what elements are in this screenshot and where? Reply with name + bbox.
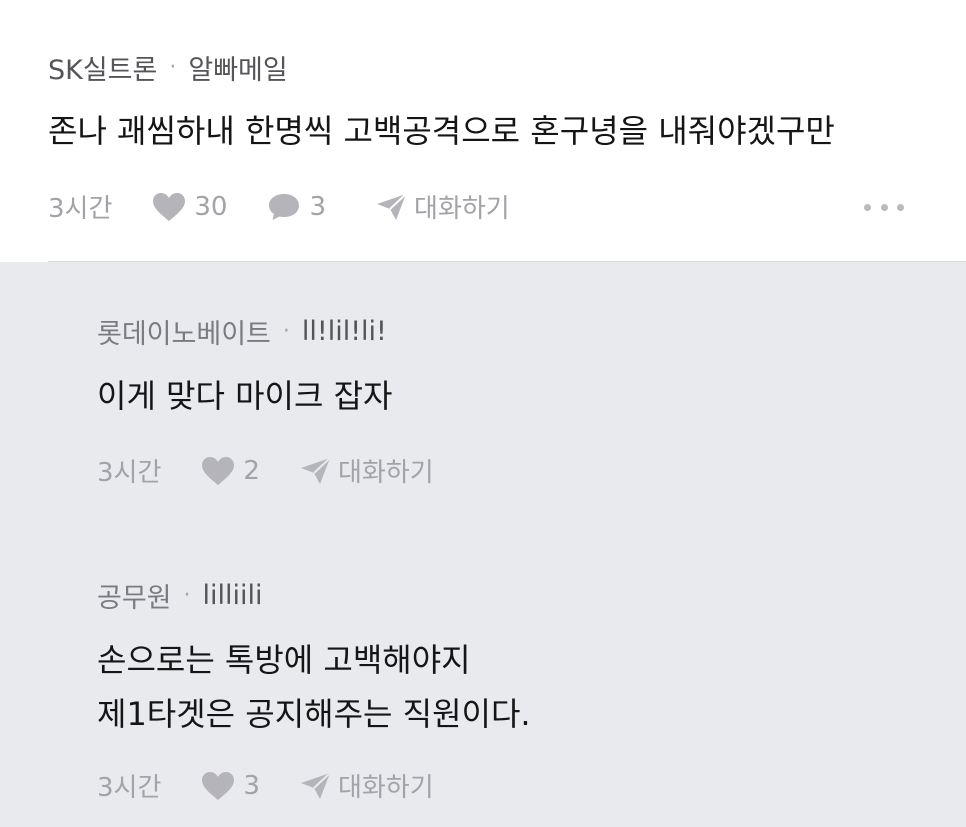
heart-icon — [153, 192, 186, 221]
comment-meta: SK실트론 · 알빠메일 — [48, 48, 288, 87]
reply-time: 3시간 — [97, 458, 162, 488]
chat-label: 대화하기 — [337, 773, 434, 803]
more-dots-icon — [864, 203, 871, 211]
author-name[interactable]: lilliili — [203, 580, 263, 611]
reply-meta: 롯데이노베이트 · ll!lil!li! — [97, 312, 387, 351]
company-name[interactable]: SK실트론 — [48, 48, 157, 87]
more-dot — [897, 203, 904, 211]
replies-section: 롯데이노베이트 · ll!lil!li! 이게 맞다 마이크 잡자 3시간 2 … — [0, 262, 966, 827]
chat-button[interactable]: 대화하기 — [300, 767, 434, 804]
reply-count-button[interactable]: 3 — [267, 192, 326, 222]
meta-separator: · — [169, 55, 177, 80]
more-dot — [880, 203, 888, 211]
reply-time: 3시간 — [97, 773, 162, 803]
reply-meta: 공무원 · lilliili — [97, 576, 263, 615]
like-count: 2 — [243, 455, 260, 486]
chat-button[interactable]: 대화하기 — [300, 452, 434, 489]
company-name[interactable]: 공무원 — [97, 576, 172, 615]
reply-text: 손으로는 톡방에 고백해야지 제1타겟은 공지해주는 직원이다. — [97, 641, 531, 733]
like-count: 3 — [243, 770, 260, 801]
comment-count: 3 — [309, 191, 327, 222]
like-button[interactable]: 2 — [201, 456, 260, 486]
reply-actions: 3시간 2 대화하기 — [97, 452, 434, 489]
send-icon — [300, 771, 331, 799]
comment-actions: 3시간 30 3 대화하기 — [48, 188, 510, 225]
send-icon — [300, 456, 331, 484]
meta-separator: · — [282, 319, 290, 344]
like-button[interactable]: 30 — [152, 192, 227, 222]
comment-text: 존나 괘씸하내 한명씩 고백공격으로 혼구녕을 내줘야겠구만 — [48, 112, 835, 150]
comment-time: 3시간 — [48, 194, 113, 224]
reply-text: 이게 맞다 마이크 잡자 — [97, 377, 393, 415]
chat-button[interactable]: 대화하기 — [376, 188, 510, 225]
like-button[interactable]: 3 — [201, 771, 260, 801]
company-name[interactable]: 롯데이노베이트 — [97, 312, 271, 351]
send-icon — [377, 192, 407, 220]
heart-icon — [202, 456, 235, 485]
chat-label: 대화하기 — [414, 194, 510, 224]
author-name[interactable]: 알빠메일 — [188, 48, 287, 87]
reply-actions: 3시간 3 대화하기 — [97, 767, 434, 804]
heart-icon — [202, 771, 235, 800]
meta-separator: · — [183, 583, 191, 608]
author-name[interactable]: ll!lil!li! — [302, 316, 387, 347]
main-comment: SK실트론 · 알빠메일 존나 괘씸하내 한명씩 고백공격으로 혼구녕을 내줘야… — [0, 0, 966, 262]
chat-label: 대화하기 — [337, 458, 434, 488]
more-options-button[interactable] — [864, 195, 904, 219]
comment-bubble-icon — [269, 193, 300, 220]
like-count: 30 — [194, 191, 228, 222]
